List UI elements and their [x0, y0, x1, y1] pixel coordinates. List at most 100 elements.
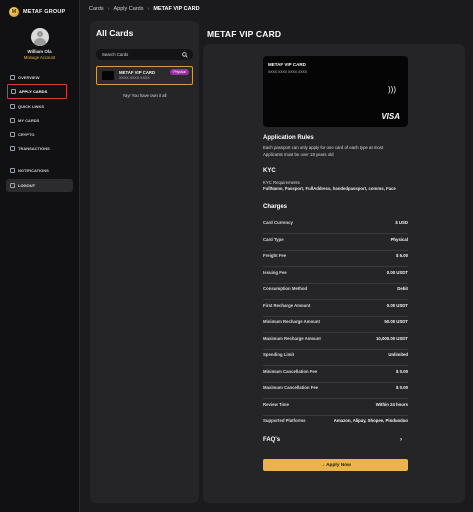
sidebar-item-label: TRANSACTIONS: [18, 145, 50, 151]
charge-label: First Recharge Amount: [263, 302, 311, 308]
charge-label: Maximum Cancellation Fee: [263, 385, 319, 390]
brand-logo-icon: M: [9, 7, 19, 17]
apply-now-button[interactable]: → Apply Now: [263, 459, 408, 471]
sidebar-item-label: MY CARDS: [18, 117, 40, 123]
chevron-right-icon: ›: [147, 6, 150, 12]
charge-row: Card Currency $ USD: [263, 218, 408, 234]
charge-row: Review Time Within 24 hours: [263, 400, 408, 416]
owned-message: Yay! You have own it all: [122, 93, 167, 98]
grid-icon: [10, 74, 15, 80]
charge-row: Supported Platforms Amazon, Alipay, Shope…: [263, 416, 408, 432]
charge-value: Amazon, Alipay, Shopee, Pinduoduo: [333, 418, 408, 423]
card-preview-name: METAF VIP CARD: [268, 62, 306, 67]
card-icon: [11, 89, 16, 94]
page-title: METAF VIP CARD: [207, 29, 282, 39]
charge-label: Maximum Recharge Amount: [263, 335, 321, 341]
sidebar-item-notifications[interactable]: NOTIFICATIONS: [0, 163, 79, 177]
breadcrumb-item-cards[interactable]: Cards: [89, 6, 104, 12]
charge-row: Issuing Fee 0.00 USDT: [263, 268, 408, 284]
charge-label: Review Time: [263, 401, 289, 407]
charge-label: Issuing Fee: [263, 269, 287, 275]
card-detail-content: METAF VIP CARD XXXX XXXX XXXX XXXX ))) V…: [263, 56, 408, 471]
charge-value: 50.00 USDT: [384, 319, 408, 324]
charge-label: Spending Limit: [263, 352, 295, 357]
manage-account-link[interactable]: Manage Account: [0, 55, 79, 60]
link-icon: [10, 103, 15, 109]
logout-label: LOGOUT: [18, 183, 36, 188]
faq-label: FAQ's: [263, 437, 281, 443]
sidebar-nav: OVERVIEW APPLY CARDS QUICK LINKS MY CARD…: [0, 70, 79, 192]
sidebar-item-label: APPLY CARDS: [19, 89, 48, 94]
charge-row: Minimum Cancellation Fee $ 0.00: [263, 367, 408, 383]
charge-value: 0.00 USDT: [386, 269, 408, 275]
crypto-icon: [10, 131, 15, 137]
search-icon: [182, 51, 188, 58]
charge-label: Consumption Method: [263, 286, 308, 291]
sidebar-item-label: OVERVIEW: [18, 74, 40, 80]
card-detail-panel: METAF VIP CARD XXXX XXXX XXXX XXXX ))) V…: [203, 44, 465, 503]
charge-row: Consumption Method Debit: [263, 284, 408, 300]
charge-label: Minimum Cancellation Fee: [263, 368, 318, 374]
faq-toggle[interactable]: FAQ's ›: [263, 437, 408, 443]
user-name: William Ola: [27, 49, 52, 54]
brand[interactable]: M METAF GROUP: [0, 0, 79, 18]
charge-row: First Recharge Amount 0.00 USDT: [263, 301, 408, 317]
charge-label: Card Currency: [263, 220, 293, 225]
rules-text: Each passport can only apply for one car…: [263, 145, 384, 157]
charge-value: Physical: [390, 236, 408, 242]
contactless-icon: ))): [388, 85, 396, 94]
sidebar-item-label: NOTIFICATIONS: [18, 167, 49, 173]
card-preview-number: XXXX XXXX XXXX XXXX: [268, 70, 308, 74]
sidebar-item-label: CRYPTO: [18, 131, 35, 137]
card-thumbnail: [102, 71, 114, 80]
card-type-badge: Physical: [170, 69, 189, 75]
charge-label: Supported Platforms: [263, 418, 306, 423]
charge-label: Card Type: [263, 236, 284, 242]
sidebar-item-label: QUICK LINKS: [18, 103, 44, 109]
breadcrumb-current: METAF VIP CARD: [153, 6, 200, 12]
all-cards-panel: All Cards Search Cards METAF VIP CARD XX…: [90, 21, 199, 503]
sidebar-item-overview[interactable]: OVERVIEW: [0, 70, 79, 84]
logout-icon: [10, 183, 15, 188]
charge-row: Minimum Recharge Amount 50.00 USDT: [263, 317, 408, 333]
charge-row: Card Type Physical: [263, 235, 408, 251]
charge-value: $ USD: [395, 220, 408, 225]
wallet-icon: [10, 117, 15, 123]
profile: William Ola Manage Account: [0, 28, 79, 60]
avatar[interactable]: [30, 28, 49, 46]
nav-divider: [0, 155, 79, 163]
charge-value: $ 5.00: [396, 253, 408, 258]
charge-value: $ 0.00: [396, 368, 408, 374]
charge-value: $ 0.00: [396, 385, 408, 390]
charge-label: Freight Fee: [263, 253, 287, 258]
sidebar-item-my-cards[interactable]: MY CARDS: [0, 113, 79, 127]
chevron-right-icon: ›: [400, 437, 402, 443]
charge-value: Unlimited: [388, 352, 408, 357]
all-cards-title: All Cards: [96, 28, 134, 38]
charge-row: Maximum Cancellation Fee $ 0.00: [263, 383, 408, 399]
rules-title: Application Rules: [263, 135, 314, 141]
chevron-right-icon: ›: [107, 6, 110, 12]
charge-label: Minimum Recharge Amount: [263, 319, 320, 324]
card-item-name: METAF VIP CARD: [119, 70, 156, 75]
sidebar-item-transactions[interactable]: TRANSACTIONS: [0, 141, 79, 155]
sidebar-item-crypto[interactable]: CRYPTO: [0, 127, 79, 141]
sidebar: M METAF GROUP William Ola Manage Account…: [0, 0, 80, 512]
charge-value: 10,000.00 USDT: [375, 335, 408, 341]
kyc-requirements-value: FullName, Passport, FullAddress, handedp…: [263, 186, 396, 191]
charge-row: Freight Fee $ 5.00: [263, 251, 408, 267]
search-placeholder: Search Cards: [102, 52, 129, 57]
sidebar-item-apply-cards[interactable]: APPLY CARDS: [7, 84, 67, 99]
search-input[interactable]: Search Cards: [96, 49, 193, 60]
breadcrumb-item-apply-cards[interactable]: Apply Cards: [114, 6, 144, 12]
sidebar-item-quick-links[interactable]: QUICK LINKS: [0, 99, 79, 113]
charge-value: Debit: [397, 286, 408, 291]
charge-value: Within 24 hours: [375, 401, 408, 407]
kyc-title: KYC: [263, 168, 276, 174]
charge-value: 0.00 USDT: [386, 302, 408, 308]
card-list-item[interactable]: METAF VIP CARD XXXX XXXX XXXX Physical: [96, 66, 193, 85]
charges-title: Charges: [263, 204, 288, 210]
charge-row: Maximum Recharge Amount 10,000.00 USDT: [263, 334, 408, 350]
logout-button[interactable]: LOGOUT: [6, 179, 73, 192]
breadcrumb: Cards › Apply Cards › METAF VIP CARD: [80, 0, 473, 18]
